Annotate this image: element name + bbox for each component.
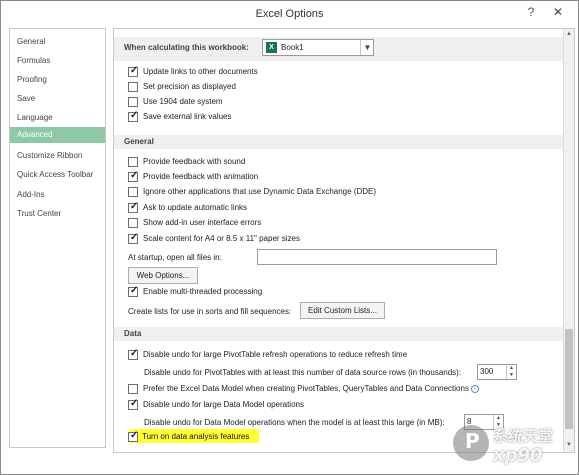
scrollbar-thumb[interactable] [565, 329, 573, 429]
ask-update-links-label: Ask to update automatic links [143, 203, 248, 212]
window-title: Excel Options [255, 8, 324, 20]
multithread-label: Enable multi-threaded processing [143, 287, 263, 296]
general-section-header: General [114, 135, 563, 149]
data-analysis-label: Turn on data analysis features [142, 432, 250, 441]
date-1904-checkbox[interactable] [128, 97, 138, 107]
workbook-calc-label: When calculating this workbook: [124, 43, 249, 52]
feedback-sound-label: Provide feedback with sound [143, 157, 246, 166]
feedback-animation-label: Provide feedback with animation [143, 172, 259, 181]
update-links-label: Update links to other documents [143, 67, 258, 76]
pivot-rows-value: 300 [480, 367, 494, 376]
site-watermark: P 系统天堂 xp90 [449, 419, 579, 473]
info-icon[interactable]: i [470, 385, 479, 393]
sidebar-item-trust-center[interactable]: Trust Center [10, 206, 105, 222]
workbook-select-value: Book1 [281, 43, 304, 52]
data-analysis-checkbox[interactable] [128, 430, 138, 442]
scale-content-label: Scale content for A4 or 8.5 x 11" paper … [143, 234, 301, 243]
prefer-data-model-checkbox[interactable] [128, 384, 138, 394]
feedback-sound-checkbox[interactable] [128, 157, 138, 167]
addin-errors-checkbox[interactable] [128, 218, 138, 228]
ask-update-links-checkbox[interactable] [128, 201, 138, 213]
save-external-links-checkbox[interactable] [128, 110, 138, 122]
prefer-data-model-text: Prefer the Excel Data Model when creatin… [143, 384, 469, 393]
set-precision-label: Set precision as displayed [143, 82, 236, 91]
workbook-select[interactable]: X Book1 ▼ [262, 39, 374, 56]
sidebar-item-proofing[interactable]: Proofing [10, 72, 105, 88]
edit-custom-lists-button[interactable]: Edit Custom Lists... [300, 302, 385, 319]
pivot-rows-spinner[interactable]: 300 ▲ ▼ [477, 364, 517, 380]
close-button[interactable]: ✕ [545, 4, 571, 21]
scroll-up-arrow-icon[interactable]: ▲ [564, 29, 574, 40]
ignore-dde-label: Ignore other applications that use Dynam… [143, 187, 377, 196]
undo-data-model-checkbox[interactable] [128, 398, 138, 410]
sidebar-item-general[interactable]: General [10, 34, 105, 50]
vertical-scrollbar[interactable]: ▲ ▼ [563, 29, 574, 452]
set-precision-checkbox[interactable] [128, 82, 138, 92]
sidebar-item-save[interactable]: Save [10, 91, 105, 107]
feedback-animation-checkbox[interactable] [128, 170, 138, 182]
sidebar-item-quick-access-toolbar[interactable]: Quick Access Toolbar [10, 167, 105, 183]
advanced-options-panel: When calculating this workbook: X Book1 … [113, 28, 575, 453]
undo-pivot-refresh-checkbox[interactable] [128, 348, 138, 360]
sidebar-item-formulas[interactable]: Formulas [10, 53, 105, 69]
scale-content-checkbox[interactable] [128, 232, 138, 244]
web-options-button[interactable]: Web Options... [128, 267, 198, 284]
undo-data-model-label: Disable undo for large Data Model operat… [143, 400, 304, 409]
sidebar-item-add-ins[interactable]: Add-Ins [10, 187, 105, 203]
title-bar: Excel Options ? ✕ [1, 1, 578, 27]
excel-workbook-icon: X [266, 42, 277, 53]
update-links-checkbox[interactable] [128, 65, 138, 77]
sidebar-item-customize-ribbon[interactable]: Customize Ribbon [10, 148, 105, 164]
excel-options-dialog: Excel Options ? ✕ General Formulas Proof… [0, 0, 579, 475]
save-external-links-label: Save external link values [143, 112, 232, 121]
model-mb-label: Disable undo for Data Model operations w… [144, 418, 445, 427]
help-button[interactable]: ? [522, 4, 540, 21]
undo-pivot-refresh-label: Disable undo for large PivotTable refres… [143, 350, 408, 359]
pivot-rows-label: Disable undo for PivotTables with at lea… [144, 368, 462, 377]
data-section-header: Data [114, 327, 563, 341]
chevron-down-icon[interactable]: ▼ [360, 40, 374, 55]
spinner-arrows-icon[interactable]: ▲ ▼ [506, 365, 516, 379]
sidebar-item-language[interactable]: Language [10, 110, 105, 126]
startup-folder-label: At startup, open all files in: [128, 253, 222, 262]
custom-lists-label: Create lists for use in sorts and fill s… [128, 307, 292, 316]
prefer-data-model-label: Prefer the Excel Data Model when creatin… [143, 383, 479, 395]
addin-errors-label: Show add-in user interface errors [143, 218, 262, 227]
watermark-glyph: P [465, 429, 480, 453]
ignore-dde-checkbox[interactable] [128, 187, 138, 197]
sidebar-item-advanced[interactable]: Advanced [10, 127, 105, 143]
watermark-text-en: xp90 [493, 445, 543, 466]
multithread-checkbox[interactable] [128, 285, 138, 297]
date-1904-label: Use 1904 date system [143, 97, 223, 106]
watermark-text-cn: 系统天堂 [493, 427, 554, 445]
startup-folder-input[interactable] [257, 249, 497, 265]
category-sidebar: General Formulas Proofing Save Language … [9, 28, 106, 448]
